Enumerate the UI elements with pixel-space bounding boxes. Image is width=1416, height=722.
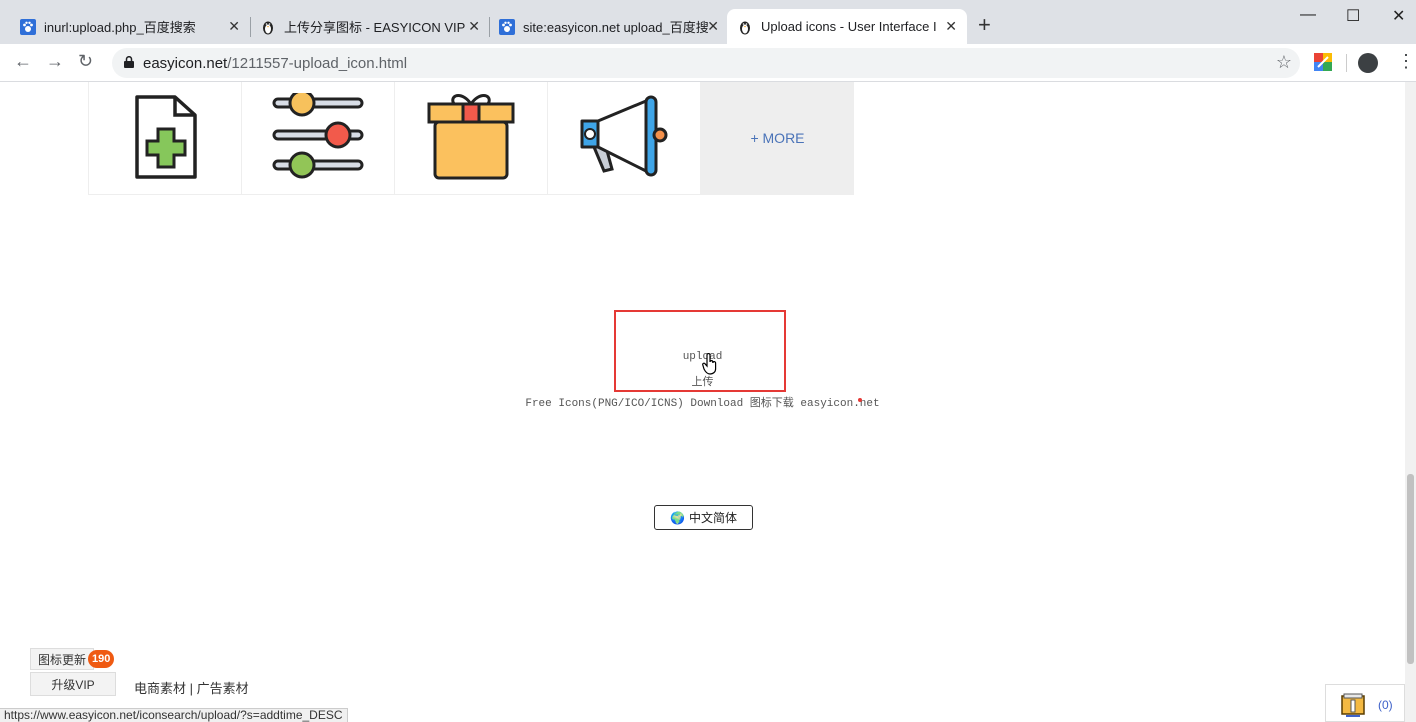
close-icon[interactable]: ✕ <box>707 18 719 35</box>
red-dot-marker <box>858 398 862 402</box>
toolbar-separator <box>1346 54 1347 72</box>
url-domain: easyicon.net <box>143 55 228 72</box>
update-count-badge: 190 <box>88 650 115 668</box>
site-tagline: Free Icons(PNG/ICO/ICNS) Download 图标下载 e… <box>525 398 880 410</box>
maximize-icon[interactable]: ☐ <box>1346 6 1360 26</box>
baidu-paw-icon <box>499 18 515 35</box>
kebab-menu-icon[interactable]: ⋮ <box>1397 52 1415 70</box>
close-icon[interactable]: ✕ <box>228 18 240 35</box>
tab-strip: inurl:upload.php_百度搜索 ✕ 上传分享图标 - EASYICO… <box>0 0 1416 44</box>
related-icon-megaphone[interactable] <box>548 82 701 194</box>
profile-avatar-icon[interactable] <box>1358 53 1378 73</box>
megaphone-icon <box>580 95 668 177</box>
close-icon[interactable]: ✕ <box>945 18 957 35</box>
language-label: 中文简体 <box>688 511 737 525</box>
close-window-icon[interactable]: ✕ <box>1392 6 1405 26</box>
footer-links[interactable]: 电商素材 | 广告素材 <box>134 678 249 697</box>
tab-title: site:easyicon.net upload_百度搜 <box>523 20 708 35</box>
tab-easyicon-vip[interactable]: 上传分享图标 - EASYICON VIP ✕ <box>250 9 490 44</box>
language-button[interactable]: 🌍 中文简体 <box>654 505 753 530</box>
back-icon[interactable]: ← <box>14 51 32 72</box>
icon-update-button[interactable]: 图标更新 <box>30 648 94 670</box>
tab-upload-icons[interactable]: Upload icons - User Interface I ✕ <box>727 9 967 44</box>
tab-title: 上传分享图标 - EASYICON VIP <box>284 20 466 35</box>
url-text: easyicon.net/1211557-upload_icon.html <box>143 55 407 72</box>
document-plus-icon <box>135 95 197 179</box>
download-shelf[interactable]: (0) <box>1325 684 1405 722</box>
tab-title: inurl:upload.php_百度搜索 <box>44 20 196 35</box>
tab-baidu-search-2[interactable]: site:easyicon.net upload_百度搜 ✕ <box>489 9 729 44</box>
scrollbar-thumb[interactable] <box>1407 474 1414 664</box>
close-icon[interactable]: ✕ <box>468 18 480 35</box>
page-scrollbar[interactable] <box>1405 82 1416 722</box>
bookmark-star-icon[interactable]: ☆ <box>1276 52 1292 73</box>
related-icon-gift[interactable] <box>395 82 548 194</box>
related-icon-document-plus[interactable] <box>89 82 242 194</box>
new-tab-button[interactable]: + <box>978 14 991 36</box>
globe-icon: 🌍 <box>670 510 685 525</box>
address-bar[interactable]: easyicon.net/1211557-upload_icon.html ☆ <box>112 48 1300 78</box>
related-icon-sliders[interactable] <box>242 82 395 194</box>
minimize-icon[interactable]: — <box>1300 6 1316 24</box>
sliders-icon <box>272 93 364 179</box>
forward-icon[interactable]: → <box>46 51 64 72</box>
tab-title: Upload icons - User Interface I <box>761 19 937 34</box>
related-icons-grid: + MORE <box>88 82 854 195</box>
more-icons-link[interactable]: + MORE <box>701 82 854 194</box>
penguin-icon <box>263 21 273 34</box>
penguin-icon <box>740 21 750 34</box>
upgrade-vip-button[interactable]: 升级VIP <box>30 672 116 696</box>
gift-icon <box>427 94 515 180</box>
archive-download-icon <box>1341 693 1365 717</box>
url-path: /1211557-upload_icon.html <box>227 55 408 72</box>
extension-icon[interactable] <box>1314 53 1332 71</box>
hand-cursor-icon <box>702 353 717 375</box>
tab-baidu-search-1[interactable]: inurl:upload.php_百度搜索 ✕ <box>10 9 250 44</box>
lock-icon <box>124 56 134 68</box>
page-content: + MORE upload 上传 Free Icons(PNG/ICO/ICNS… <box>0 82 1405 722</box>
download-count: (0) <box>1378 698 1393 712</box>
browser-toolbar: ← → ↻ easyicon.net/1211557-upload_icon.h… <box>0 44 1416 82</box>
icon-name-cn: 上传 <box>691 375 714 388</box>
baidu-paw-icon <box>20 18 36 35</box>
status-bar-url: https://www.easyicon.net/iconsearch/uplo… <box>0 708 348 722</box>
reload-icon[interactable]: ↻ <box>78 51 93 72</box>
